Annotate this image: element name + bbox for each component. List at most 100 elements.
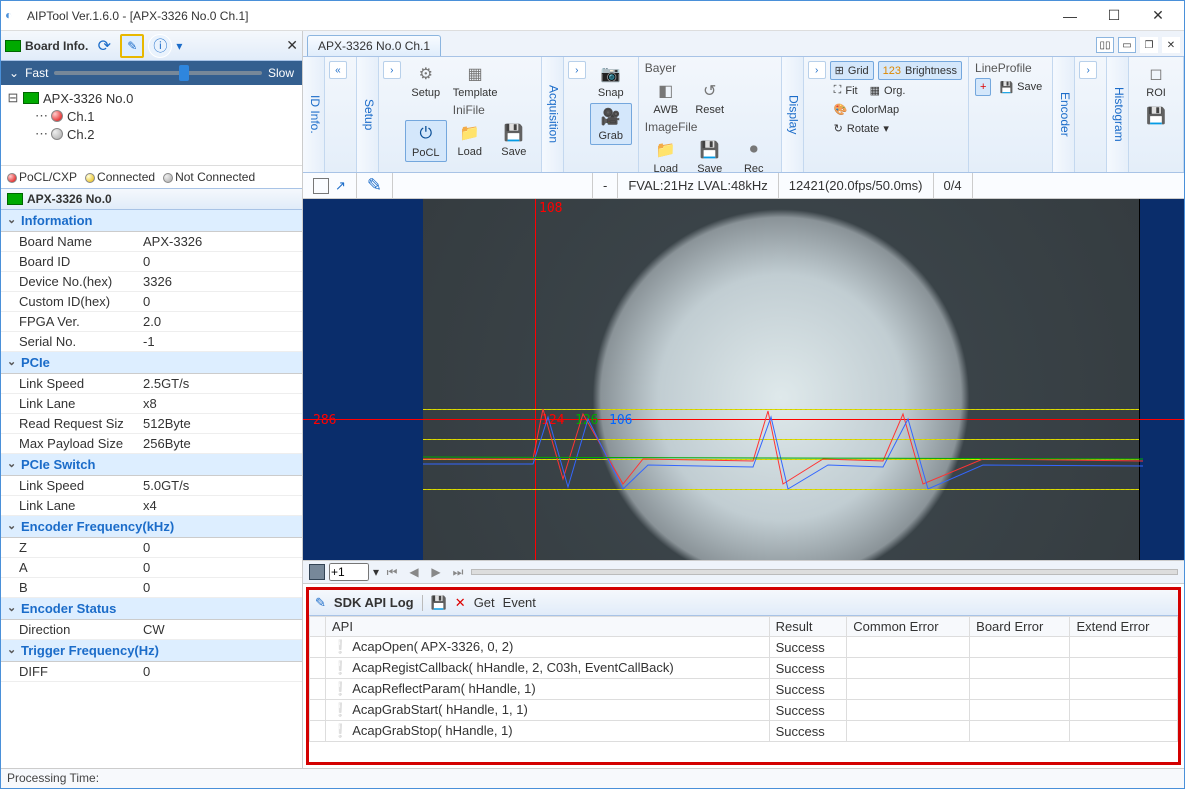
template-button[interactable]: ▦Template	[449, 61, 502, 101]
info-icon[interactable]: ⓘ	[148, 34, 172, 58]
section-header[interactable]: PCIe	[1, 352, 302, 374]
rotate-button[interactable]: ↻Rotate▾	[830, 120, 962, 137]
tree-ch2[interactable]: Ch.2	[67, 127, 94, 142]
maximize-button[interactable]: ☐	[1092, 2, 1136, 30]
zoom-input[interactable]	[329, 563, 369, 581]
property-row: Max Payload Size256Byte	[1, 434, 302, 454]
property-row: Link Speed2.5GT/s	[1, 374, 302, 394]
profile-save-button[interactable]: 💾Save	[995, 78, 1046, 96]
refresh-icon[interactable]: ⟳	[92, 34, 116, 58]
vtab-id-info[interactable]: ID Info.	[303, 57, 325, 172]
image-viewer[interactable]: 108 286 124 126 106	[303, 199, 1184, 560]
colormap-button[interactable]: 🎨ColorMap	[830, 101, 962, 118]
properties-grid: InformationBoard NameAPX-3326Board ID0De…	[1, 210, 302, 768]
event-button[interactable]: Event	[503, 595, 536, 610]
board-icon	[7, 193, 23, 205]
pocl-button[interactable]: ⏻PoCL	[405, 120, 447, 162]
org-button[interactable]: ▦Org.	[866, 82, 910, 99]
org-icon: ▦	[870, 84, 880, 97]
seek-slider[interactable]	[471, 569, 1178, 575]
sdk-log-title: SDK API Log	[334, 595, 414, 610]
close-button[interactable]: ✕	[1136, 2, 1180, 30]
gear-icon: ⚙	[415, 63, 437, 85]
fit-icon: ⛶	[834, 84, 842, 97]
left-panel: Board Info. ⟳ ✎ ⓘ ▾ ✕ ⌄ Fast Slow ⊟APX-3…	[1, 31, 303, 768]
img-save-button[interactable]: 💾Save	[689, 137, 731, 177]
overlay-108: 108	[539, 201, 562, 216]
profile-strip	[1139, 199, 1184, 560]
property-row: Device No.(hex)3326	[1, 272, 302, 292]
mdi-close-icon[interactable]: ✕	[1162, 37, 1180, 53]
log-row[interactable]: AcapGrabStop( hHandle, 1)Success	[310, 721, 1178, 742]
awb-icon: ◧	[655, 80, 677, 102]
video-icon: 🎥	[600, 106, 622, 128]
lineprofile-label: LineProfile	[975, 61, 1046, 75]
vtab-encoder[interactable]: Encoder	[1053, 57, 1075, 172]
get-button[interactable]: Get	[474, 595, 495, 610]
property-row: Board NameAPX-3326	[1, 232, 302, 252]
speed-slider[interactable]: ⌄ Fast Slow	[1, 61, 302, 85]
layout-icon-1[interactable]: ▯▯	[1096, 37, 1114, 53]
rec-button[interactable]: ⏺Rec	[733, 137, 775, 177]
imagefile-label: ImageFile	[645, 120, 775, 134]
tree-ch1[interactable]: Ch.1	[67, 109, 94, 124]
probe-icon[interactable]: ✎	[357, 173, 393, 198]
roi-button[interactable]: ◻ROI	[1135, 61, 1177, 101]
reset-icon: ↺	[699, 80, 721, 102]
reset-button[interactable]: ↺Reset	[689, 78, 731, 118]
tree-board[interactable]: APX-3326 No.0	[43, 91, 133, 106]
hist-save-button[interactable]: 💾	[1135, 103, 1177, 129]
brightness-button[interactable]: 123Brightness	[878, 61, 962, 80]
section-header[interactable]: Encoder Status	[1, 598, 302, 620]
log-row[interactable]: AcapOpen( APX-3326, 0, 2)Success	[310, 637, 1178, 658]
vtab-histogram[interactable]: Histogram	[1107, 57, 1129, 172]
speed-knob[interactable]	[179, 65, 189, 81]
record-icon: ⏺	[743, 139, 765, 161]
sdk-log-table: APIResultCommon ErrorBoard ErrorExtend E…	[309, 616, 1178, 762]
expand-icon[interactable]: ›	[383, 61, 401, 79]
connect-icon[interactable]: ✎	[120, 34, 144, 58]
panel-close-icon[interactable]: ✕	[286, 37, 298, 54]
marker-icon[interactable]	[313, 178, 329, 194]
prev-icon[interactable]: ◀	[405, 563, 423, 581]
play-icon[interactable]: ▶	[427, 563, 445, 581]
grid-button[interactable]: ⊞Grid	[830, 61, 874, 80]
section-header[interactable]: Encoder Frequency(kHz)	[1, 516, 302, 538]
ribbon: ID Info. « Setup › ⚙Setup ▦Template IniF…	[303, 57, 1184, 173]
screen-icon[interactable]	[309, 564, 325, 580]
property-row: Board ID0	[1, 252, 302, 272]
log-row[interactable]: AcapReflectParam( hHandle, 1)Success	[310, 679, 1178, 700]
section-header[interactable]: Trigger Frequency(Hz)	[1, 640, 302, 662]
property-row: Z0	[1, 538, 302, 558]
clear-log-icon[interactable]: ✕	[455, 595, 466, 611]
rotate-icon: ↻	[834, 122, 843, 135]
log-row[interactable]: AcapGrabStart( hHandle, 1, 1)Success	[310, 700, 1178, 721]
last-icon[interactable]: ⏭	[449, 563, 467, 581]
property-row: Link Lanex4	[1, 496, 302, 516]
save-button[interactable]: 💾Save	[493, 120, 535, 162]
first-icon[interactable]: ⏮	[383, 563, 401, 581]
section-header[interactable]: PCIe Switch	[1, 454, 302, 476]
awb-button[interactable]: ◧AWB	[645, 78, 687, 118]
vtab-acquisition[interactable]: Acquisition	[542, 57, 564, 172]
grab-button[interactable]: 🎥Grab	[590, 103, 632, 145]
property-row: Link Speed5.0GT/s	[1, 476, 302, 496]
fit-button[interactable]: ⛶Fit	[830, 82, 862, 99]
load-button[interactable]: 📁Load	[449, 120, 491, 162]
img-load-button[interactable]: 📁Load	[645, 137, 687, 177]
overlay-286: 286	[313, 413, 336, 428]
restore-icon[interactable]: ❐	[1140, 37, 1158, 53]
vtab-setup[interactable]: Setup	[357, 57, 379, 172]
setup-button[interactable]: ⚙Setup	[405, 61, 447, 101]
layout-icon-2[interactable]: ▭	[1118, 37, 1136, 53]
collapse-icon[interactable]: «	[329, 61, 347, 79]
add-profile-button[interactable]: +	[975, 78, 991, 96]
save-log-icon[interactable]: 💾	[431, 595, 447, 611]
section-header[interactable]: Information	[1, 210, 302, 232]
property-row: DIFF0	[1, 662, 302, 682]
log-row[interactable]: AcapRegistCallback( hHandle, 2, C03h, Ev…	[310, 658, 1178, 679]
snap-button[interactable]: 📷Snap	[590, 61, 632, 101]
minimize-button[interactable]: —	[1048, 2, 1092, 30]
tab-channel[interactable]: APX-3326 No.0 Ch.1	[307, 35, 441, 56]
vtab-display[interactable]: Display	[782, 57, 804, 172]
